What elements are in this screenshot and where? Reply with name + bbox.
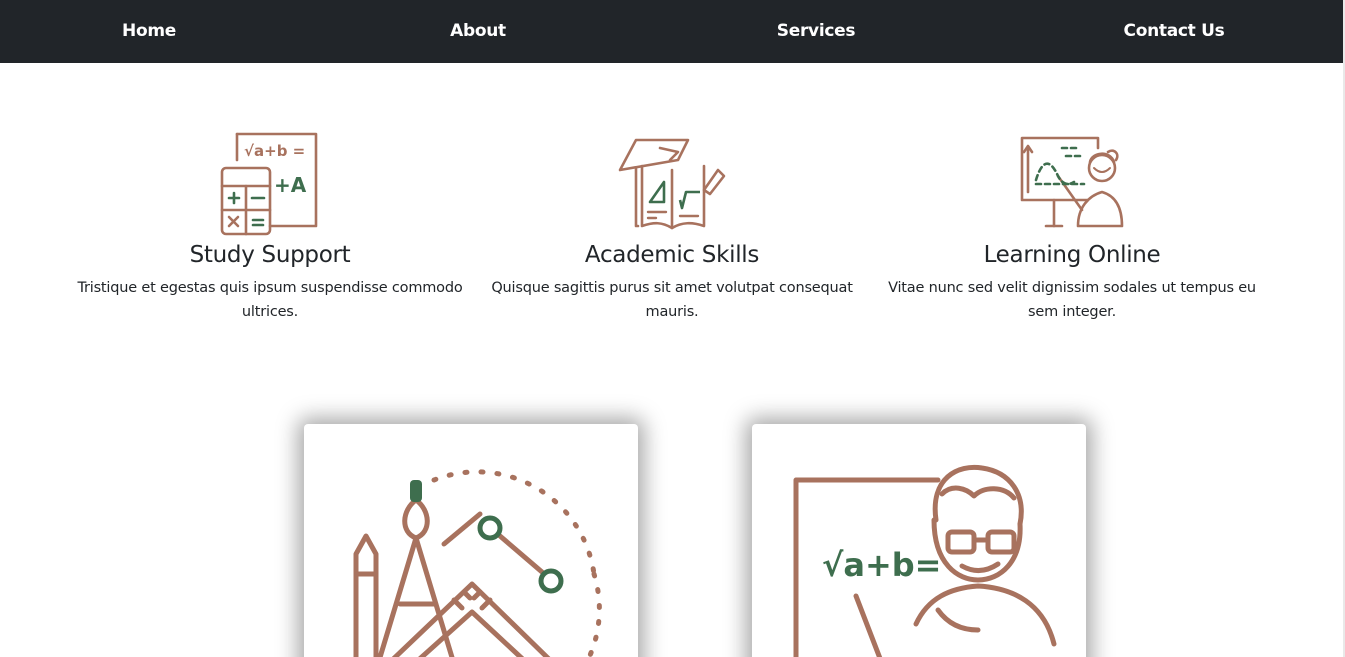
nav-contact-link[interactable]: Contact Us bbox=[1124, 0, 1225, 63]
feature-description: Vitae nunc sed velit dignissim sodales u… bbox=[888, 280, 1256, 320]
feature-title: Learning Online bbox=[983, 242, 1161, 268]
calculator-icon: √a+b = +A bbox=[220, 132, 318, 236]
nav-about-link[interactable]: About bbox=[450, 0, 506, 63]
calc-grade-text: +A bbox=[274, 173, 307, 197]
feature-description: Tristique et egestas quis ipsum suspendi… bbox=[77, 280, 463, 320]
feature-learning-online: Learning Online Vitae nunc sed velit dig… bbox=[872, 130, 1272, 324]
top-navbar: Home About Services Contact Us bbox=[0, 0, 1343, 63]
feature-description: Quisque sagittis purus sit amet volutpat… bbox=[491, 280, 853, 320]
card-geometry bbox=[304, 424, 638, 657]
math-teacher-icon: √a+b= bbox=[793, 464, 1057, 657]
feature-title: Study Support bbox=[189, 242, 351, 268]
feature-academic-skills: Academic Skills Quisque sagittis purus s… bbox=[472, 130, 872, 324]
graduation-book-icon bbox=[618, 138, 726, 230]
card-math-teacher: √a+b= bbox=[752, 424, 1086, 657]
feature-study-support: √a+b = +A Study Support Tristique et ege… bbox=[70, 130, 470, 324]
online-teacher-icon bbox=[1020, 136, 1124, 228]
calc-formula-text: √a+b = bbox=[244, 142, 305, 160]
formula-text: √a+b= bbox=[822, 546, 941, 584]
nav-home-link[interactable]: Home bbox=[122, 0, 176, 63]
feature-title: Academic Skills bbox=[584, 242, 760, 268]
geometry-tools-icon bbox=[353, 469, 602, 657]
nav-services-link[interactable]: Services bbox=[777, 0, 856, 63]
